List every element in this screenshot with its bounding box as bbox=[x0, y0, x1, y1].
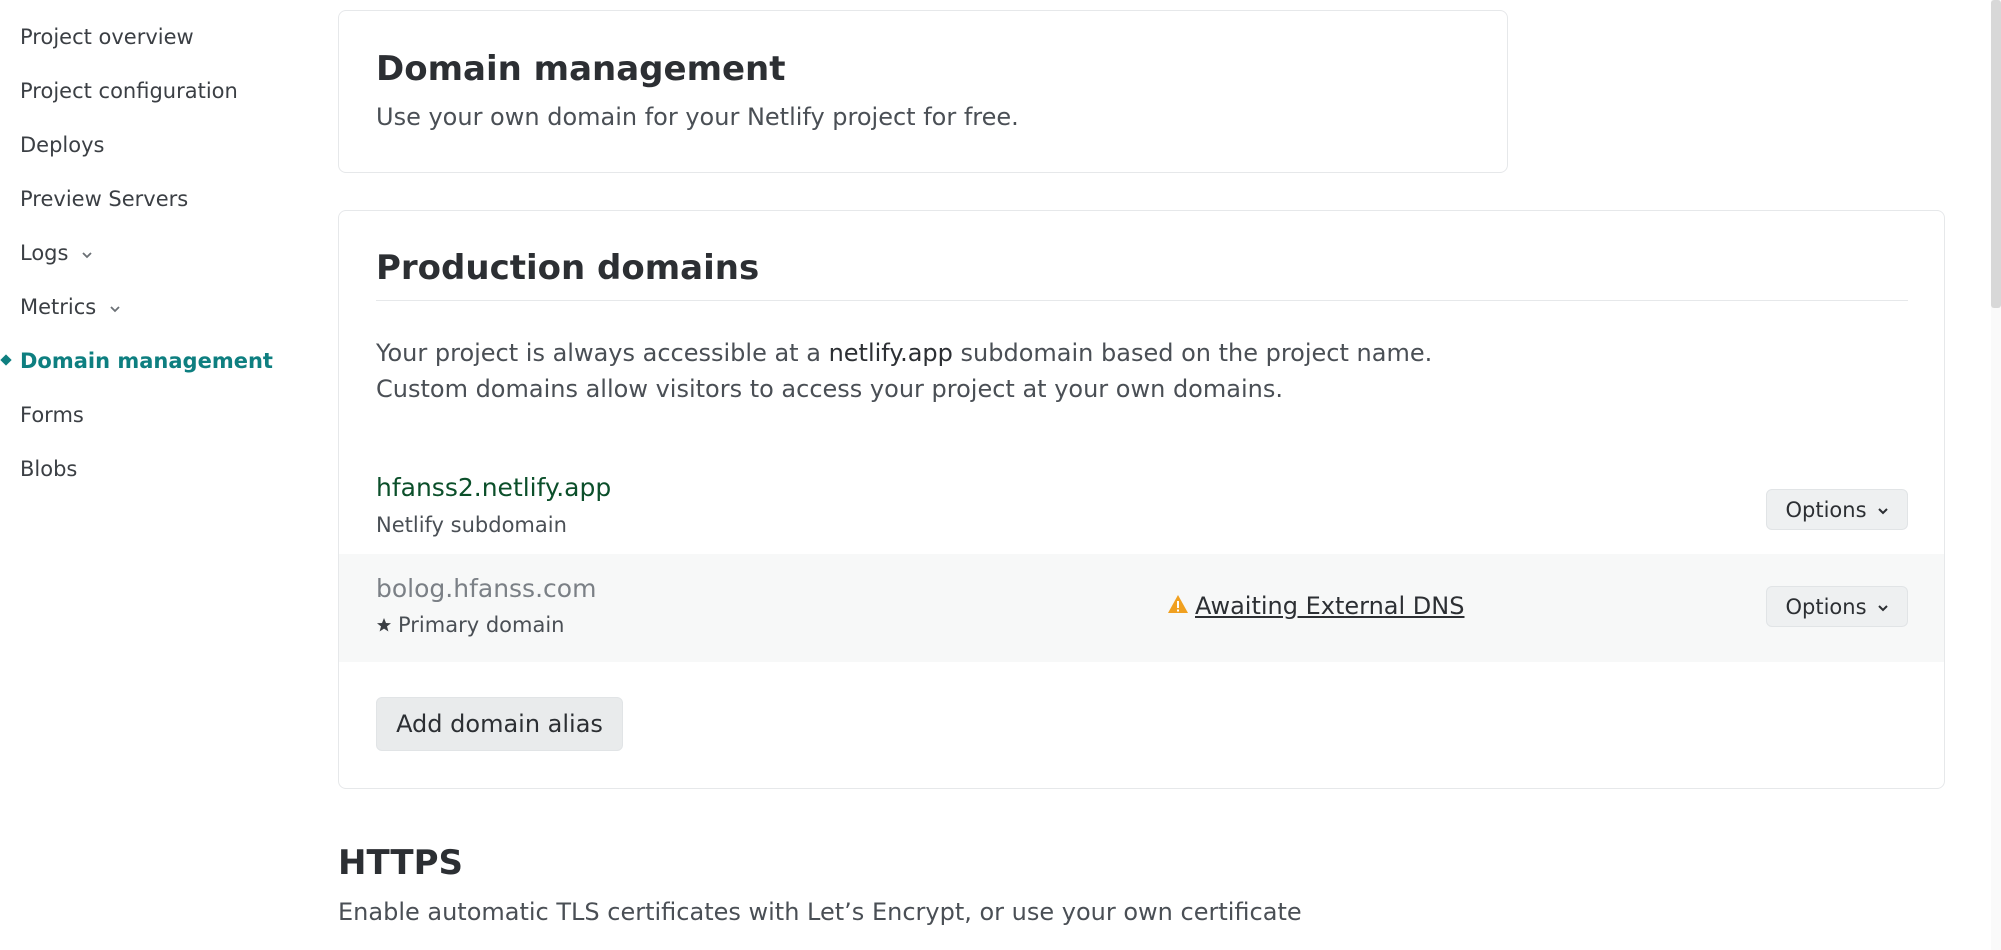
sidebar-item-label: Deploys bbox=[20, 133, 105, 157]
active-indicator bbox=[0, 354, 12, 366]
chevron-down-icon bbox=[109, 294, 121, 322]
production-domains-card: Production domains Your project is alway… bbox=[338, 210, 1945, 789]
netlify-app-text: netlify.app bbox=[828, 339, 953, 367]
section-title: Production domains bbox=[376, 248, 760, 288]
domain-row: bolog.hfanss.com Primary domain Awaiting… bbox=[339, 554, 1944, 662]
intro-text: subdomain based on the project name. bbox=[952, 339, 1433, 367]
domain-name[interactable]: hfanss2.netlify.app bbox=[376, 473, 611, 502]
divider bbox=[376, 300, 1908, 301]
sidebar-item-label: Blobs bbox=[20, 457, 78, 481]
options-button[interactable]: Options bbox=[1766, 586, 1908, 627]
domain-note: Netlify subdomain bbox=[376, 513, 567, 537]
page-title: Domain management bbox=[376, 49, 786, 89]
awaiting-dns-link[interactable]: Awaiting External DNS bbox=[1195, 592, 1464, 620]
scrollbar[interactable] bbox=[1991, 0, 2001, 950]
chevron-down-icon bbox=[1877, 595, 1889, 619]
https-subtitle: Enable automatic TLS certificates with L… bbox=[338, 898, 1302, 926]
domain-row: hfanss2.netlify.app Netlify subdomain Op… bbox=[339, 446, 1944, 554]
chevron-down-icon bbox=[1877, 498, 1889, 522]
domain-name[interactable]: bolog.hfanss.com bbox=[376, 574, 596, 603]
add-domain-alias-button[interactable]: Add domain alias bbox=[376, 697, 623, 751]
sidebar-item-label: Forms bbox=[20, 403, 84, 427]
chevron-down-icon bbox=[81, 240, 93, 268]
https-title: HTTPS bbox=[338, 843, 464, 883]
primary-domain-label: Primary domain bbox=[376, 613, 564, 638]
warning-icon bbox=[1167, 592, 1189, 620]
sidebar-item-forms[interactable]: Forms bbox=[20, 401, 84, 429]
sidebar-item-preview-servers[interactable]: Preview Servers bbox=[20, 185, 188, 213]
options-label: Options bbox=[1785, 594, 1867, 619]
sidebar-item-project-configuration[interactable]: Project configuration bbox=[20, 77, 238, 105]
domain-management-card: Domain management Use your own domain fo… bbox=[338, 10, 1508, 173]
sidebar-item-label: Logs bbox=[20, 241, 69, 265]
sidebar-item-project-overview[interactable]: Project overview bbox=[20, 23, 194, 51]
sidebar-item-blobs[interactable]: Blobs bbox=[20, 455, 77, 483]
sidebar-item-label: Metrics bbox=[20, 295, 97, 319]
dns-status: Awaiting External DNS bbox=[1167, 592, 1464, 620]
options-button[interactable]: Options bbox=[1766, 489, 1908, 530]
intro-text-line-1: Your project is always accessible at a n… bbox=[376, 339, 1432, 367]
options-label: Options bbox=[1785, 497, 1867, 522]
sidebar-item-label: Project overview bbox=[20, 25, 194, 49]
sidebar-item-deploys[interactable]: Deploys bbox=[20, 131, 104, 159]
sidebar-item-metrics[interactable]: Metrics bbox=[20, 293, 121, 322]
sidebar-item-logs[interactable]: Logs bbox=[20, 239, 93, 268]
sidebar-item-label: Domain management bbox=[20, 349, 273, 373]
intro-text: Your project is always accessible at a bbox=[376, 339, 829, 367]
star-icon bbox=[376, 614, 392, 638]
scrollbar-thumb[interactable] bbox=[1991, 0, 2001, 308]
sidebar-item-label: Preview Servers bbox=[20, 187, 189, 211]
intro-text-line-2: Custom domains allow visitors to access … bbox=[376, 375, 1283, 403]
page-subtitle: Use your own domain for your Netlify pro… bbox=[376, 103, 1019, 131]
sidebar-item-domain-management[interactable]: Domain management bbox=[20, 347, 273, 375]
sidebar-item-label: Project configuration bbox=[20, 79, 238, 103]
